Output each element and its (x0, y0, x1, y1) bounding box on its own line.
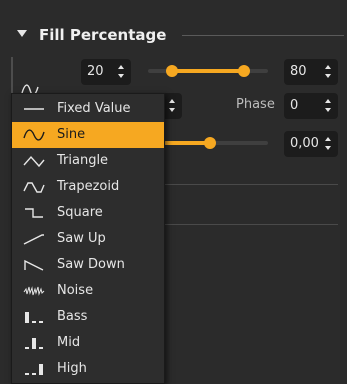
amount-value: 0,00 (290, 136, 319, 151)
phase-label: Phase (236, 97, 275, 112)
menu-item-trapezoid[interactable]: Trapezoid (12, 174, 164, 200)
divider (164, 184, 338, 185)
menu-item-bass[interactable]: Bass (12, 304, 164, 330)
sine-icon (23, 129, 45, 141)
menu-item-label: High (57, 361, 87, 376)
menu-item-label: Triangle (57, 153, 109, 168)
menu-item-saw-up[interactable]: Saw Up (12, 226, 164, 252)
menu-item-label: Mid (57, 335, 81, 350)
menu-item-square[interactable]: Square (12, 200, 164, 226)
divider (164, 224, 338, 225)
waveform-dropdown-menu: Fixed Value Sine Triangle Trapezoid Squa… (11, 93, 165, 384)
phase-spinner[interactable]: 0 (284, 93, 338, 119)
fixed-value-icon (24, 108, 44, 110)
spinner-arrows-icon[interactable] (325, 64, 332, 80)
amount-spinner[interactable]: 0,00 (284, 131, 338, 157)
square-icon (25, 208, 43, 218)
menu-item-label: Trapezoid (57, 179, 120, 194)
max-value-spinner[interactable]: 80 (284, 59, 338, 85)
bass-icon (25, 312, 43, 323)
menu-item-mid[interactable]: Mid (12, 330, 164, 356)
max-value: 80 (290, 64, 307, 79)
range-slider-fill (172, 69, 244, 73)
collapse-arrow-icon[interactable] (17, 30, 27, 37)
section-title[interactable]: Fill Percentage (39, 26, 166, 44)
spinner-arrows-icon[interactable] (169, 98, 176, 114)
spinner-arrows-icon[interactable] (118, 64, 125, 80)
menu-item-fixed-value[interactable]: Fixed Value (12, 96, 164, 122)
menu-item-label: Bass (57, 309, 88, 324)
min-value-spinner[interactable]: 20 (81, 59, 131, 85)
section-divider (182, 35, 344, 36)
menu-item-high[interactable]: High (12, 356, 164, 382)
triangle-icon (23, 155, 45, 168)
spinner-arrows-icon[interactable] (325, 98, 332, 114)
menu-item-label: Saw Up (57, 231, 106, 246)
menu-item-label: Saw Down (57, 257, 125, 272)
menu-item-saw-down[interactable]: Saw Down (12, 252, 164, 278)
trapezoid-icon (23, 182, 45, 193)
saw-down-icon (24, 259, 44, 271)
mid-icon (25, 338, 43, 349)
range-slider-high-handle[interactable] (238, 65, 250, 77)
min-value: 20 (87, 64, 104, 79)
menu-item-sine[interactable]: Sine (12, 122, 164, 148)
menu-item-label: Sine (57, 127, 86, 142)
noise-icon (23, 286, 45, 296)
menu-item-noise[interactable]: Noise (12, 278, 164, 304)
menu-item-triangle[interactable]: Triangle (12, 148, 164, 174)
high-icon (25, 364, 43, 375)
menu-item-label: Square (57, 205, 103, 220)
spinner-arrows-icon[interactable] (325, 136, 332, 152)
saw-up-icon (23, 234, 44, 245)
menu-item-label: Fixed Value (57, 101, 131, 116)
amount-slider-handle[interactable] (204, 137, 216, 149)
range-slider-low-handle[interactable] (166, 65, 178, 77)
menu-item-label: Noise (57, 283, 94, 298)
phase-value: 0 (290, 98, 299, 113)
